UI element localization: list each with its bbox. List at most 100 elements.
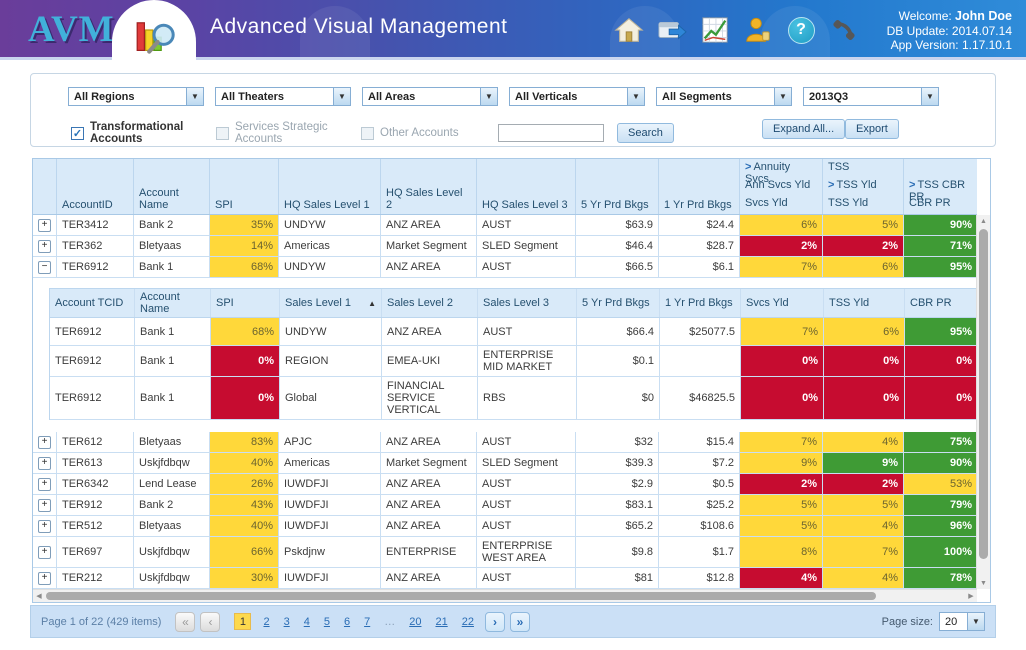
page-number[interactable]: 6 — [344, 616, 350, 628]
dropdown-arrow-icon[interactable]: ▼ — [921, 88, 938, 105]
cell-accountid: TER512 — [57, 516, 134, 536]
account-type-checkbox[interactable]: ✓ Transformational Accounts — [71, 121, 216, 145]
column-header-hq-sales-level-3[interactable]: HQ Sales Level 3 — [477, 159, 576, 214]
subcolumn-header-sales-level-2[interactable]: Sales Level 2 — [382, 289, 478, 317]
page-number[interactable]: 5 — [324, 616, 330, 628]
checkbox-box[interactable]: ✓ — [216, 127, 229, 140]
column-header-hq-sales-level-2[interactable]: HQ Sales Level 2 — [381, 159, 477, 214]
cell-sales-level-2: EMEA-UKI — [382, 346, 478, 376]
cell-sales-level-2: Market Segment — [381, 236, 477, 256]
row-expand-button[interactable]: − — [38, 261, 51, 274]
column-group-annuity-svcs[interactable]: >Annuity Svcs Ann Svcs Yld Svcs Yld — [740, 159, 823, 214]
subcolumn-header-account-tcid[interactable]: Account TCID — [50, 289, 135, 317]
row-expand-button[interactable]: + — [38, 240, 51, 253]
row-expand-button[interactable]: + — [38, 499, 51, 512]
page-number[interactable]: 1 — [234, 613, 251, 630]
scroll-up-arrow-icon[interactable]: ▲ — [977, 215, 990, 227]
dropdown-arrow-icon[interactable]: ▼ — [774, 88, 791, 105]
vertical-scrollbar-thumb[interactable] — [979, 229, 988, 559]
scroll-down-arrow-icon[interactable]: ▼ — [977, 577, 990, 589]
row-expand-button[interactable]: + — [38, 219, 51, 232]
checkbox-box[interactable]: ✓ — [361, 127, 374, 140]
column-header-accountid[interactable]: AccountID — [57, 159, 134, 214]
checkbox-box[interactable]: ✓ — [71, 127, 84, 140]
column-group-tss[interactable]: TSS >TSS Yld TSS Yld — [823, 159, 904, 214]
check-icon: ✓ — [73, 127, 82, 140]
account-type-checkbox[interactable]: ✓ Services Strategic Accounts — [216, 121, 361, 145]
cell-svcs-yld: 0% — [741, 377, 824, 419]
first-page-button[interactable]: « — [175, 612, 195, 632]
subcolumn-header-svcs-yld[interactable]: Svcs Yld — [741, 289, 824, 317]
page-number[interactable]: 3 — [284, 616, 290, 628]
dropdown-arrow-icon[interactable]: ▼ — [186, 88, 203, 105]
filter-dropdown[interactable]: 2013Q3 ▼ — [803, 87, 939, 106]
page-number[interactable]: 22 — [462, 616, 474, 628]
column-header-account-name[interactable]: Account Name — [134, 159, 210, 214]
row-expand-button[interactable]: + — [38, 520, 51, 533]
reports-chart-icon[interactable] — [699, 14, 731, 46]
dropdown-arrow-icon[interactable]: ▼ — [627, 88, 644, 105]
next-page-button[interactable]: › — [485, 612, 505, 632]
expand-all-button[interactable]: Expand All... — [762, 119, 845, 139]
row-expand-button[interactable]: + — [38, 572, 51, 585]
page-number[interactable]: 20 — [409, 616, 421, 628]
subcolumn-header-sales-level-3[interactable]: Sales Level 3 — [478, 289, 577, 317]
page-number[interactable]: 2 — [263, 616, 269, 628]
filter-dropdown[interactable]: All Regions ▼ — [68, 87, 204, 106]
account-type-checkbox[interactable]: ✓ Other Accounts — [361, 127, 498, 140]
row-expand-button[interactable]: + — [38, 436, 51, 449]
cell-account-name: Bletyaas — [134, 432, 210, 452]
column-header-1yr-prd-bkgs[interactable]: 1 Yr Prd Bkgs — [659, 159, 740, 214]
cell-sales-level-2: FINANCIAL SERVICE VERTICAL — [382, 377, 478, 419]
filter-dropdown[interactable]: All Theaters ▼ — [215, 87, 351, 106]
scroll-right-arrow-icon[interactable]: ▶ — [965, 590, 977, 602]
export-icon[interactable] — [656, 14, 688, 46]
search-button[interactable]: Search — [617, 123, 674, 143]
page-size-select[interactable]: 20 ▼ — [939, 612, 985, 631]
subcolumn-header-sales-level-1[interactable]: Sales Level 1▲ — [280, 289, 382, 317]
subcolumn-header-account-name[interactable]: Account Name — [135, 289, 211, 317]
vertical-scrollbar[interactable]: ▲ ▼ — [976, 215, 990, 589]
horizontal-scrollbar-thumb[interactable] — [46, 592, 876, 600]
previous-page-button[interactable]: ‹ — [200, 612, 220, 632]
filter-dropdown[interactable]: All Verticals ▼ — [509, 87, 645, 106]
user-icon[interactable] — [742, 14, 774, 46]
column-group-tss-cbr-pr[interactable]: >TSS CBR PR CBR PR — [904, 159, 977, 214]
subcolumn-header-cbr-pr[interactable]: CBR PR — [905, 289, 977, 317]
cell-5yr-bkgs: $66.4 — [577, 318, 660, 345]
dropdown-arrow-icon[interactable]: ▼ — [333, 88, 350, 105]
subcolumn-header-tss-yld[interactable]: TSS Yld — [824, 289, 905, 317]
dropdown-arrow-icon[interactable]: ▼ — [480, 88, 497, 105]
row-expand-button[interactable]: + — [38, 478, 51, 491]
subcolumn-header-5yr[interactable]: 5 Yr Prd Bkgs — [577, 289, 660, 317]
row-expand-button[interactable]: + — [38, 457, 51, 470]
row-expand-button[interactable]: + — [38, 546, 51, 559]
cell-sales-level-3: AUST — [477, 257, 576, 277]
export-button[interactable]: Export — [845, 119, 899, 139]
cell-5yr-bkgs: $9.8 — [576, 537, 659, 567]
filter-dropdown[interactable]: All Segments ▼ — [656, 87, 792, 106]
scroll-left-arrow-icon[interactable]: ◀ — [33, 590, 45, 602]
dropdown-arrow-icon[interactable]: ▼ — [967, 613, 984, 630]
column-header-5yr-prd-bkgs[interactable]: 5 Yr Prd Bkgs — [576, 159, 659, 214]
column-header-spi[interactable]: SPI — [210, 159, 279, 214]
cell-1yr-bkgs: $12.8 — [659, 568, 740, 588]
horizontal-scrollbar[interactable]: ◀ ▶ — [33, 589, 977, 602]
dropdown-value: All Segments — [657, 88, 774, 105]
help-icon[interactable]: ? — [785, 14, 817, 46]
welcome-line: Welcome: John Doe — [887, 9, 1012, 24]
subcolumn-header-1yr[interactable]: 1 Yr Prd Bkgs — [660, 289, 741, 317]
home-icon[interactable] — [613, 14, 645, 46]
column-header-hq-sales-level-1[interactable]: HQ Sales Level 1 — [279, 159, 381, 214]
cell-sales-level-3: AUST — [477, 215, 576, 235]
last-page-button[interactable]: » — [510, 612, 530, 632]
search-input[interactable] — [498, 124, 604, 142]
page-number[interactable]: 7 — [364, 616, 370, 628]
cell-tss-yld: 4% — [823, 568, 904, 588]
page-number[interactable]: 4 — [304, 616, 310, 628]
subcolumn-header-spi[interactable]: SPI — [211, 289, 280, 317]
page-number[interactable]: 21 — [435, 616, 447, 628]
filter-dropdown[interactable]: All Areas ▼ — [362, 87, 498, 106]
page-number[interactable]: … — [384, 616, 395, 628]
phone-icon[interactable] — [828, 14, 860, 46]
